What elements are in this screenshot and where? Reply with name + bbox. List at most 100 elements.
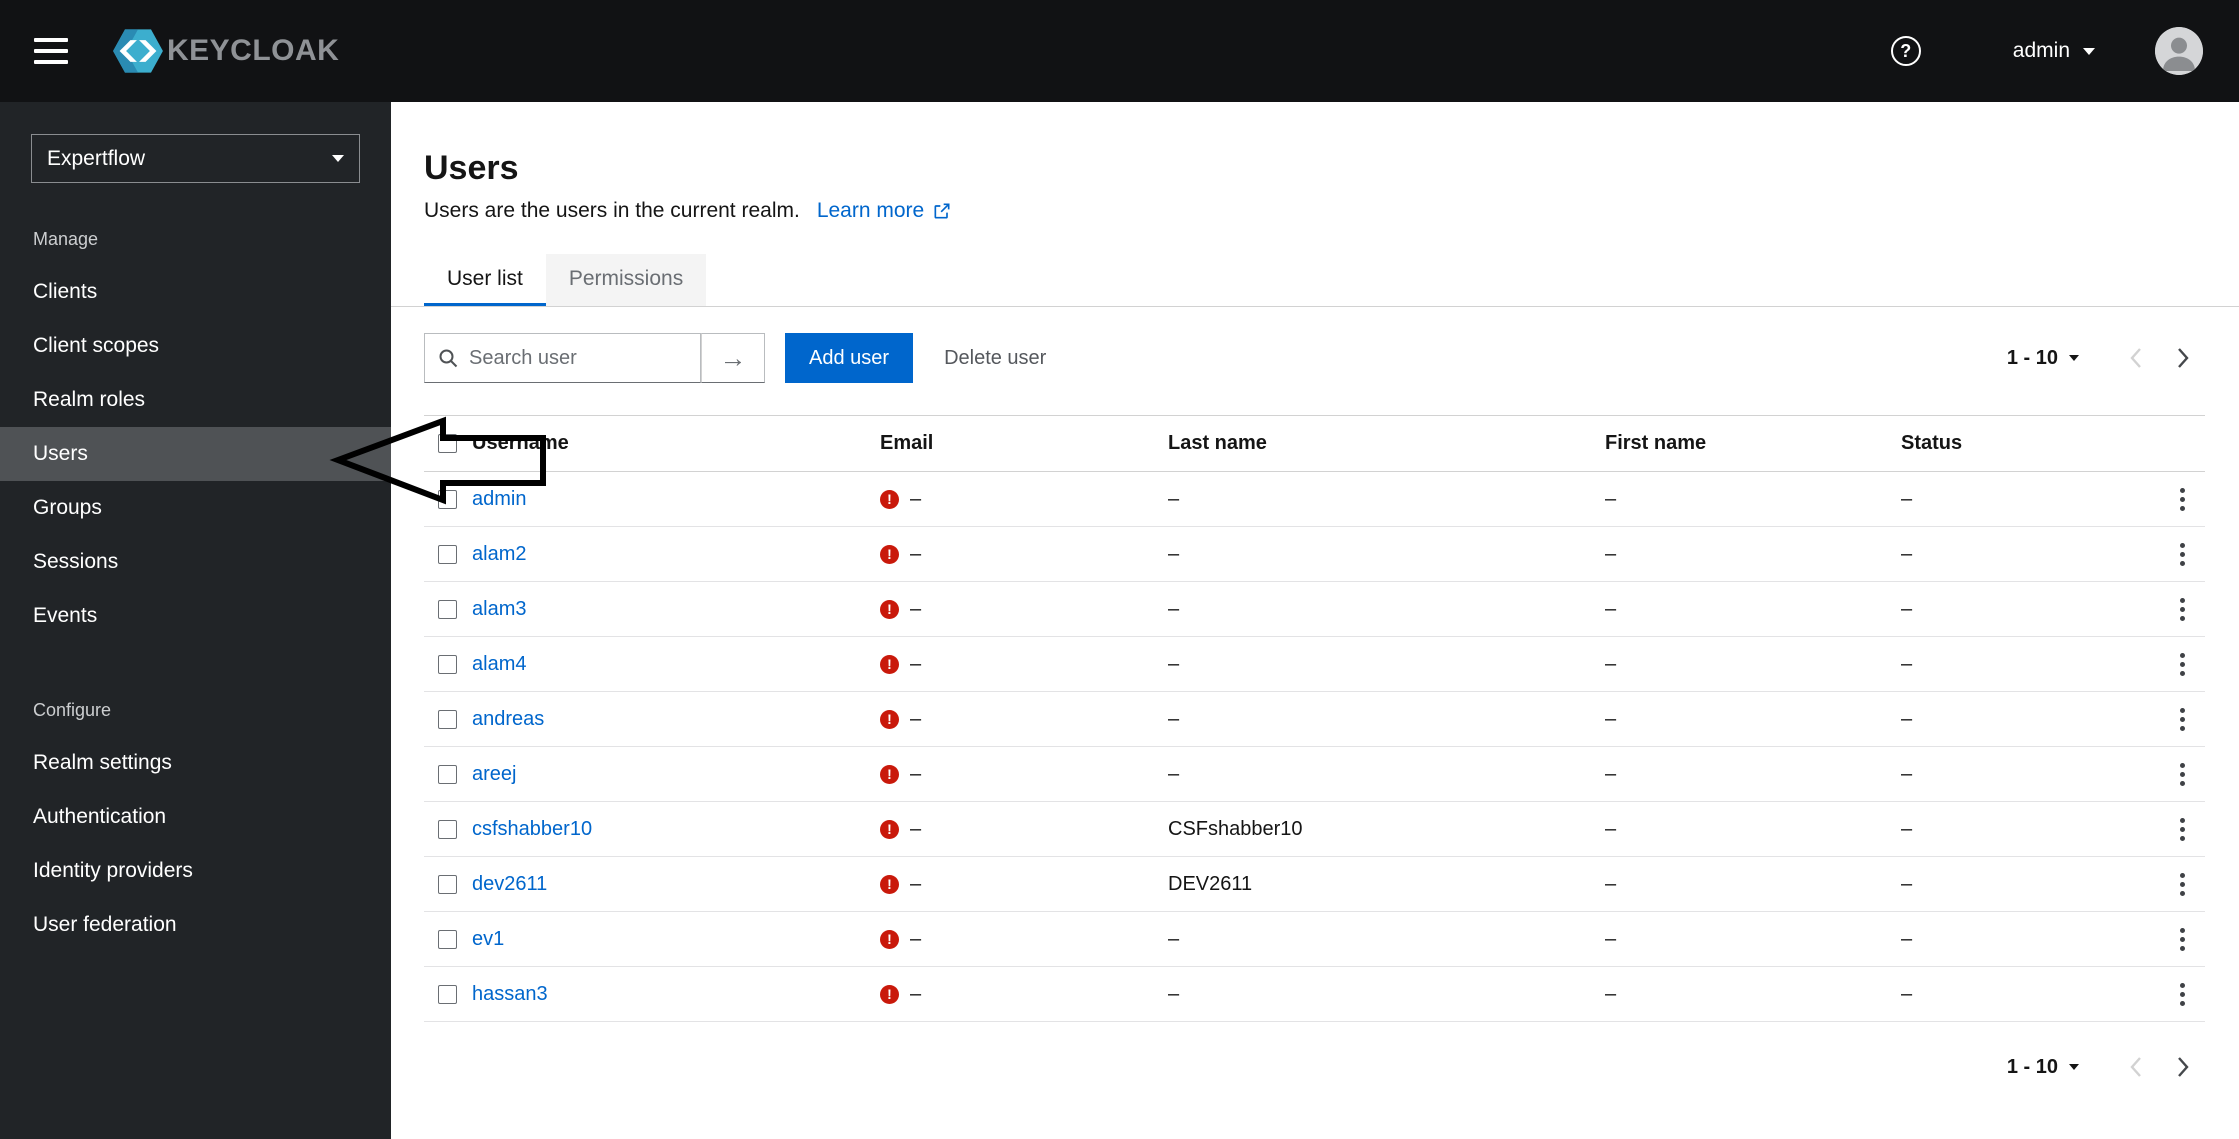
kebab-menu-button[interactable]	[2174, 537, 2191, 572]
pagination-range-dropdown-bottom[interactable]: 1 - 10	[2007, 1056, 2079, 1079]
tab-label: User list	[447, 266, 523, 290]
email-value: –	[910, 487, 922, 510]
email-value: –	[910, 817, 922, 840]
page-title: Users	[424, 149, 519, 187]
table-row: alam4 – – – –	[424, 637, 2205, 692]
email-value: –	[910, 542, 922, 565]
row-checkbox[interactable]	[438, 819, 457, 839]
username-link[interactable]: alam4	[472, 653, 526, 675]
pagination-next-button[interactable]	[2159, 335, 2205, 381]
toolbar: Add user Delete user 1 - 10	[424, 333, 2205, 383]
keycloak-brand[interactable]: KEYCLOAK	[112, 28, 339, 74]
main-content: Users Users are the users in the current…	[391, 102, 2239, 1139]
row-checkbox[interactable]	[438, 929, 457, 949]
first-name-value: –	[1605, 872, 1617, 895]
kebab-menu-button[interactable]	[2174, 867, 2191, 902]
sidebar-item-label: Clients	[33, 280, 98, 303]
learn-more-link[interactable]: Learn more	[817, 198, 952, 224]
realm-selector[interactable]: Expertflow	[31, 134, 360, 183]
row-checkbox[interactable]	[438, 544, 457, 564]
kebab-menu-button[interactable]	[2174, 757, 2191, 792]
chevron-right-icon	[2177, 1057, 2189, 1077]
kebab-menu-button[interactable]	[2174, 647, 2191, 682]
table-row: alam2 – – – –	[424, 527, 2205, 582]
kebab-menu-button[interactable]	[2174, 922, 2191, 957]
last-name-value: –	[1168, 707, 1180, 730]
search-group	[424, 333, 765, 383]
tab[interactable]: Permissions	[545, 254, 707, 306]
sidebar-item-label: Users	[33, 442, 88, 465]
hamburger-menu-icon[interactable]	[34, 38, 68, 64]
row-checkbox[interactable]	[438, 764, 457, 784]
sidebar-item[interactable]: Clients	[0, 265, 391, 319]
sidebar-item-label: Groups	[33, 496, 102, 519]
sidebar-item[interactable]: Events	[0, 589, 391, 643]
search-input[interactable]	[469, 346, 687, 370]
kebab-menu-button[interactable]	[2174, 482, 2191, 517]
chevron-down-icon	[2069, 355, 2079, 361]
add-user-button[interactable]: Add user	[785, 333, 914, 383]
table-row: areej – – – –	[424, 747, 2205, 802]
row-checkbox[interactable]	[438, 709, 457, 729]
kebab-menu-button[interactable]	[2174, 592, 2191, 627]
status-value: –	[1901, 927, 1913, 950]
username-link[interactable]: alam3	[472, 598, 526, 620]
delete-user-button[interactable]: Delete user	[944, 347, 1046, 370]
sidebar-item-label: Realm roles	[33, 388, 146, 411]
sidebar-item[interactable]: Groups	[0, 481, 391, 535]
row-checkbox[interactable]	[438, 489, 457, 509]
chevron-right-icon	[2177, 348, 2189, 368]
nav-list-configure: Realm settings Authentication Identity p…	[0, 736, 391, 952]
row-checkbox[interactable]	[438, 599, 457, 619]
error-exclamation-icon	[880, 874, 899, 894]
sidebar-item[interactable]: Users	[0, 427, 391, 481]
select-all-checkbox[interactable]	[438, 434, 457, 453]
tab[interactable]: User list	[424, 254, 546, 306]
first-name-value: –	[1605, 487, 1617, 510]
kebab-menu-button[interactable]	[2174, 812, 2191, 847]
email-value: –	[910, 982, 922, 1005]
help-icon[interactable]: ?	[1890, 36, 1921, 66]
pagination-range: 1 - 10	[2006, 346, 2058, 369]
last-name-value: –	[1168, 652, 1180, 675]
username-link[interactable]: dev2611	[472, 873, 547, 895]
external-link-icon	[932, 201, 952, 221]
kebab-menu-button[interactable]	[2174, 702, 2191, 737]
username-link[interactable]: csfshabber10	[472, 818, 592, 840]
nav-list-manage: Clients Client scopes Realm roles Users	[0, 265, 391, 643]
sidebar: Expertflow Manage Clients Client scopes …	[0, 102, 391, 1139]
username-link[interactable]: areej	[472, 763, 516, 785]
kebab-menu-button[interactable]	[2174, 977, 2191, 1012]
realm-name: Expertflow	[47, 146, 146, 170]
username-link[interactable]: ev1	[472, 928, 504, 950]
pagination-next-button-bottom[interactable]	[2159, 1044, 2205, 1090]
page-subtitle: Users are the users in the current realm…	[424, 199, 800, 222]
username-link[interactable]: alam2	[472, 543, 526, 565]
pagination-range-dropdown[interactable]: 1 - 10	[2007, 347, 2079, 370]
row-checkbox[interactable]	[438, 654, 457, 674]
user-dropdown[interactable]: admin	[2013, 39, 2095, 63]
email-value: –	[910, 707, 922, 730]
username-link[interactable]: hassan3	[472, 983, 548, 1005]
first-name-value: –	[1605, 542, 1617, 565]
brand-text: KEYCLOAK	[167, 34, 340, 67]
row-checkbox[interactable]	[438, 984, 457, 1004]
sidebar-item[interactable]: Identity providers	[0, 844, 391, 898]
sidebar-item[interactable]: Client scopes	[0, 319, 391, 373]
sidebar-item[interactable]: Realm settings	[0, 736, 391, 790]
pagination-prev-button[interactable]	[2113, 335, 2159, 381]
sidebar-item[interactable]: Sessions	[0, 535, 391, 589]
sidebar-item[interactable]: User federation	[0, 898, 391, 952]
sidebar-item[interactable]: Realm roles	[0, 373, 391, 427]
pagination-prev-button-bottom[interactable]	[2113, 1044, 2159, 1090]
search-submit-button[interactable]	[701, 333, 765, 383]
username-link[interactable]: admin	[472, 488, 526, 510]
sidebar-item[interactable]: Authentication	[0, 790, 391, 844]
sidebar-item-label: Sessions	[33, 550, 119, 573]
error-exclamation-icon	[880, 819, 899, 839]
last-name-value: –	[1168, 487, 1180, 510]
last-name-value: –	[1168, 542, 1180, 565]
row-checkbox[interactable]	[438, 874, 457, 894]
nav-section-configure: Configure Realm settings Authentication …	[0, 700, 391, 952]
username-link[interactable]: andreas	[472, 708, 544, 730]
